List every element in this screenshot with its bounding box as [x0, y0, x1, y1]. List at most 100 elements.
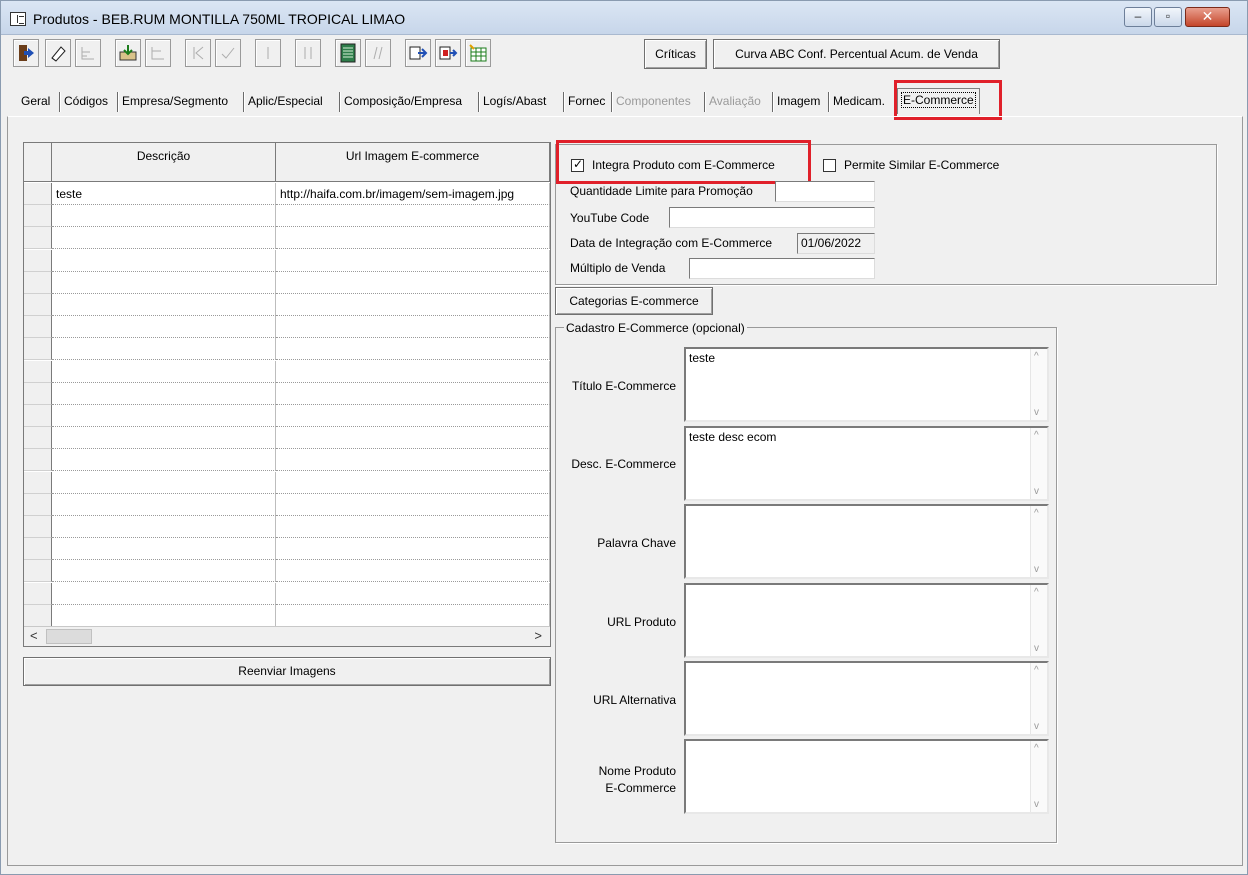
scroll-up-icon[interactable]: ^	[1034, 743, 1039, 754]
cell-descricao[interactable]	[52, 449, 276, 472]
spreadsheet-button[interactable]	[465, 39, 491, 67]
cell-url-imagem[interactable]	[276, 604, 550, 627]
scroll-down-icon[interactable]: v	[1034, 721, 1039, 732]
qtd-limite-input[interactable]	[775, 181, 875, 202]
row-indicator[interactable]	[24, 183, 52, 205]
eraser-button[interactable]	[45, 39, 71, 67]
row-indicator[interactable]	[24, 516, 52, 538]
cell-url-imagem[interactable]	[276, 471, 550, 494]
table-row[interactable]	[24, 271, 550, 294]
column-header-descricao[interactable]: Descrição	[52, 143, 276, 181]
url-produto-textarea[interactable]: ^ v	[684, 583, 1049, 658]
cell-descricao[interactable]	[52, 538, 276, 561]
images-grid[interactable]: Descrição Url Imagem E-commerce teste htt…	[23, 142, 551, 647]
scroll-down-icon[interactable]: v	[1034, 486, 1039, 497]
cell-url-imagem[interactable]: http://haifa.com.br/imagem/sem-imagem.jp…	[276, 183, 550, 205]
cell-descricao[interactable]	[52, 227, 276, 250]
table-row[interactable]	[24, 493, 550, 516]
scroll-up-icon[interactable]: ^	[1034, 430, 1039, 441]
row-indicator[interactable]	[24, 427, 52, 450]
scroll-left-icon[interactable]: <	[30, 628, 38, 643]
row-indicator[interactable]	[24, 227, 52, 250]
cell-url-imagem[interactable]	[276, 382, 550, 405]
scroll-down-icon[interactable]: v	[1034, 407, 1039, 418]
scroll-down-icon[interactable]: v	[1034, 799, 1039, 810]
scroll-right-icon[interactable]: >	[534, 628, 542, 643]
confirm-button[interactable]	[215, 39, 241, 67]
desc-ecommerce-textarea[interactable]: teste desc ecom ^ v	[684, 426, 1049, 501]
row-indicator[interactable]	[24, 316, 52, 339]
row-indicator[interactable]	[24, 471, 52, 494]
scroll-up-icon[interactable]: ^	[1034, 665, 1039, 676]
row-indicator[interactable]	[24, 294, 52, 316]
scroll-up-icon[interactable]: ^	[1034, 508, 1039, 519]
cell-descricao[interactable]	[52, 271, 276, 294]
ledger-button[interactable]	[335, 39, 361, 67]
vertical-scrollbar[interactable]: ^ v	[1030, 349, 1047, 420]
cell-url-imagem[interactable]	[276, 493, 550, 516]
cell-url-imagem[interactable]	[276, 294, 550, 316]
cell-descricao[interactable]	[52, 604, 276, 627]
permite-similar-checkbox[interactable]	[823, 159, 836, 172]
cell-url-imagem[interactable]	[276, 316, 550, 339]
permite-similar-label[interactable]: Permite Similar E-Commerce	[844, 158, 999, 172]
tab-geral[interactable]: Geral	[21, 90, 50, 114]
row-indicator[interactable]	[24, 560, 52, 583]
cell-url-imagem[interactable]	[276, 405, 550, 427]
row-indicator[interactable]	[24, 604, 52, 627]
tab-fornec[interactable]: Fornec	[568, 90, 605, 114]
table-row[interactable]	[24, 382, 550, 405]
cell-descricao[interactable]	[52, 405, 276, 427]
table-row[interactable]	[24, 360, 550, 383]
row-indicator[interactable]	[24, 360, 52, 383]
tab-composicao-empresa[interactable]: Composição/Empresa	[344, 90, 462, 114]
table-row[interactable]	[24, 249, 550, 272]
cell-descricao[interactable]	[52, 294, 276, 316]
multiplo-venda-input[interactable]	[689, 258, 875, 279]
italic-button[interactable]	[365, 39, 391, 67]
row-indicator[interactable]	[24, 205, 52, 228]
cell-descricao[interactable]	[52, 516, 276, 538]
tree-button[interactable]	[75, 39, 101, 67]
tab-imagem[interactable]: Imagem	[777, 90, 820, 114]
row-indicator[interactable]	[24, 338, 52, 361]
table-row[interactable]	[24, 471, 550, 494]
table-row[interactable]	[24, 604, 550, 627]
collapse-button[interactable]	[145, 39, 171, 67]
horizontal-scrollbar[interactable]: < >	[24, 626, 550, 646]
cell-url-imagem[interactable]	[276, 338, 550, 361]
tab-empresa-segmento[interactable]: Empresa/Segmento	[122, 90, 228, 114]
cell-url-imagem[interactable]	[276, 427, 550, 450]
reenviar-imagens-button[interactable]: Reenviar Imagens	[23, 657, 551, 686]
maximize-button[interactable]: ▫	[1154, 7, 1182, 27]
cell-descricao[interactable]	[52, 560, 276, 583]
table-row[interactable]	[24, 338, 550, 361]
cell-descricao[interactable]	[52, 471, 276, 494]
row-indicator[interactable]	[24, 538, 52, 561]
tab-aplic-especial[interactable]: Aplic/Especial	[248, 90, 323, 114]
vertical-scrollbar[interactable]: ^ v	[1030, 585, 1047, 656]
table-row[interactable]	[24, 449, 550, 472]
table-row[interactable]	[24, 560, 550, 583]
cell-descricao[interactable]	[52, 427, 276, 450]
scroll-down-icon[interactable]: v	[1034, 564, 1039, 575]
scroll-up-icon[interactable]: ^	[1034, 587, 1039, 598]
first-record-button[interactable]	[185, 39, 211, 67]
tab-logis-abast[interactable]: Logís/Abast	[483, 90, 546, 114]
titulo-ecommerce-textarea[interactable]: teste ^ v	[684, 347, 1049, 422]
cell-url-imagem[interactable]	[276, 227, 550, 250]
cell-descricao[interactable]: teste	[52, 183, 276, 205]
cell-url-imagem[interactable]	[276, 516, 550, 538]
palavra-chave-textarea[interactable]: ^ v	[684, 504, 1049, 579]
row-indicator[interactable]	[24, 582, 52, 605]
table-row[interactable]	[24, 427, 550, 450]
youtube-input[interactable]	[669, 207, 875, 228]
table-row[interactable]	[24, 538, 550, 561]
row-indicator[interactable]	[24, 271, 52, 294]
cell-url-imagem[interactable]	[276, 271, 550, 294]
categorias-ecommerce-button[interactable]: Categorias E-commerce	[555, 287, 713, 315]
tab-medicam[interactable]: Medicam.	[833, 90, 885, 114]
minimize-button[interactable]: –	[1124, 7, 1152, 27]
vertical-scrollbar[interactable]: ^ v	[1030, 428, 1047, 499]
import-button[interactable]	[405, 39, 431, 67]
